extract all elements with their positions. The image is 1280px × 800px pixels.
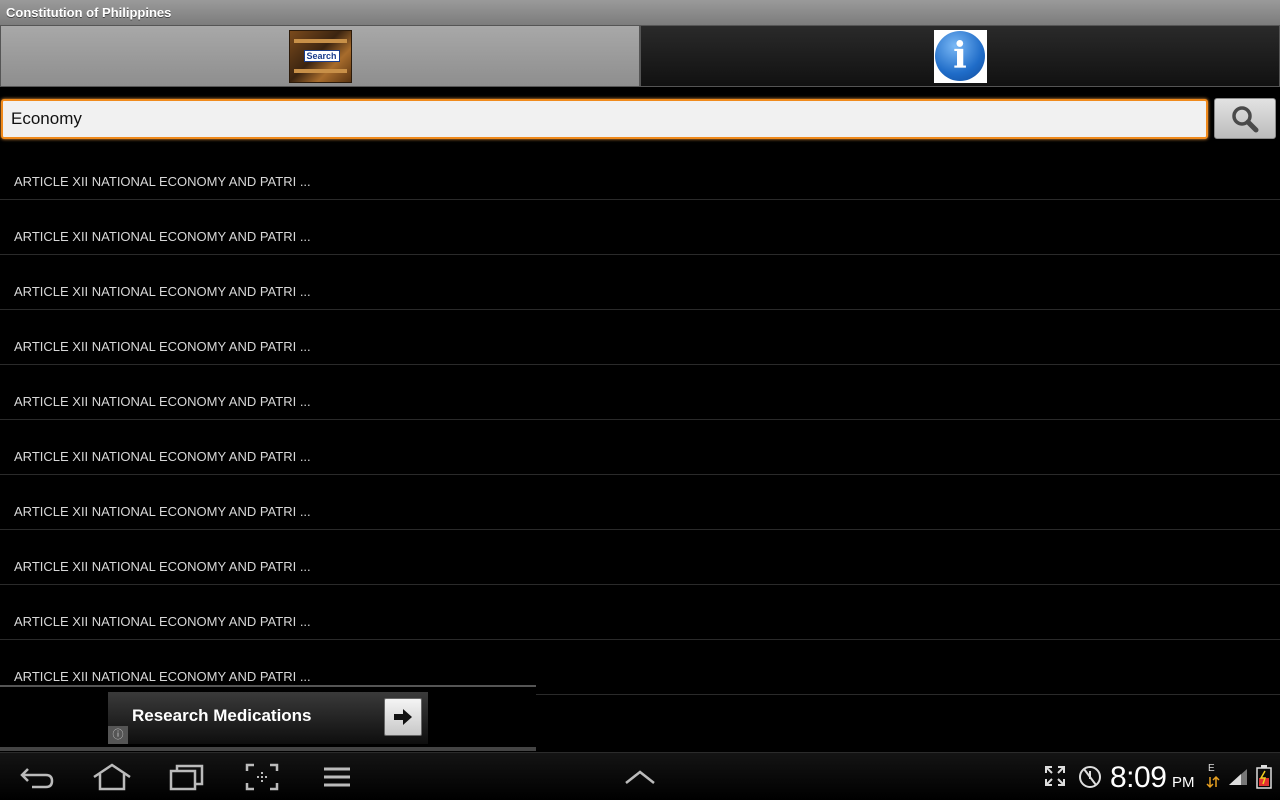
arrow-right-icon[interactable]: [384, 698, 422, 736]
list-item[interactable]: ARTICLE XII NATIONAL ECONOMY AND PATRI .…: [0, 585, 1280, 640]
system-nav-bar: 8:09 PM E: [0, 752, 1280, 800]
list-item-label: ARTICLE XII NATIONAL ECONOMY AND PATRI .…: [14, 559, 311, 574]
ad-content[interactable]: Research Medications ⓘ: [108, 692, 428, 744]
tab-info[interactable]: i: [640, 25, 1280, 87]
list-item[interactable]: ARTICLE XII NATIONAL ECONOMY AND PATRI .…: [0, 145, 1280, 200]
chevron-up-icon[interactable]: [620, 761, 660, 793]
list-item[interactable]: ARTICLE XII NATIONAL ECONOMY AND PATRI .…: [0, 530, 1280, 585]
screenshot-icon[interactable]: [242, 761, 282, 793]
no-sync-icon: [1078, 765, 1102, 794]
list-item[interactable]: ARTICLE XII NATIONAL ECONOMY AND PATRI .…: [0, 200, 1280, 255]
network-type-label: E: [1208, 763, 1215, 774]
list-item-label: ARTICLE XII NATIONAL ECONOMY AND PATRI .…: [14, 339, 311, 354]
tab-search[interactable]: Search: [0, 25, 640, 87]
list-item-label: ARTICLE XII NATIONAL ECONOMY AND PATRI .…: [14, 669, 311, 684]
tab-bar: Search i: [0, 25, 1280, 87]
library-search-icon: Search: [288, 29, 352, 83]
tab-search-label: Search: [303, 49, 340, 62]
search-button[interactable]: [1214, 98, 1276, 139]
list-item-label: ARTICLE XII NATIONAL ECONOMY AND PATRI .…: [14, 449, 311, 464]
battery-icon: [1256, 765, 1272, 794]
menu-icon[interactable]: [317, 761, 357, 793]
list-item-label: ARTICLE XII NATIONAL ECONOMY AND PATRI .…: [14, 284, 311, 299]
app-title: Constitution of Philippines: [0, 0, 1280, 25]
list-item-label: ARTICLE XII NATIONAL ECONOMY AND PATRI .…: [14, 229, 311, 244]
status-clock: 8:09: [1110, 761, 1167, 794]
status-ampm: PM: [1172, 774, 1195, 791]
list-item[interactable]: ARTICLE XII NATIONAL ECONOMY AND PATRI .…: [0, 365, 1280, 420]
magnifier-icon: [1232, 105, 1259, 132]
list-item-label: ARTICLE XII NATIONAL ECONOMY AND PATRI .…: [14, 614, 311, 629]
list-item[interactable]: ARTICLE XII NATIONAL ECONOMY AND PATRI .…: [0, 255, 1280, 310]
recent-apps-icon[interactable]: [167, 761, 207, 793]
fullscreen-icon[interactable]: [1044, 765, 1066, 792]
list-item-label: ARTICLE XII NATIONAL ECONOMY AND PATRI .…: [14, 394, 311, 409]
list-item-label: ARTICLE XII NATIONAL ECONOMY AND PATRI .…: [14, 504, 311, 519]
home-icon[interactable]: [92, 761, 132, 793]
ad-info-icon[interactable]: ⓘ: [108, 726, 128, 744]
signal-icon: [1227, 767, 1249, 792]
list-item[interactable]: ARTICLE XII NATIONAL ECONOMY AND PATRI .…: [0, 420, 1280, 475]
list-item-label: ARTICLE XII NATIONAL ECONOMY AND PATRI .…: [14, 174, 311, 189]
back-icon[interactable]: [18, 761, 58, 793]
list-item[interactable]: ARTICLE XII NATIONAL ECONOMY AND PATRI .…: [0, 475, 1280, 530]
search-input[interactable]: [1, 99, 1208, 139]
app-root: Constitution of Philippines Search i ART…: [0, 0, 1280, 800]
info-icon: i: [933, 29, 987, 83]
ad-text: Research Medications: [132, 706, 312, 725]
results-list: ARTICLE XII NATIONAL ECONOMY AND PATRI .…: [0, 145, 1280, 695]
list-item[interactable]: ARTICLE XII NATIONAL ECONOMY AND PATRI .…: [0, 310, 1280, 365]
ad-banner: Research Medications ⓘ: [0, 685, 536, 751]
